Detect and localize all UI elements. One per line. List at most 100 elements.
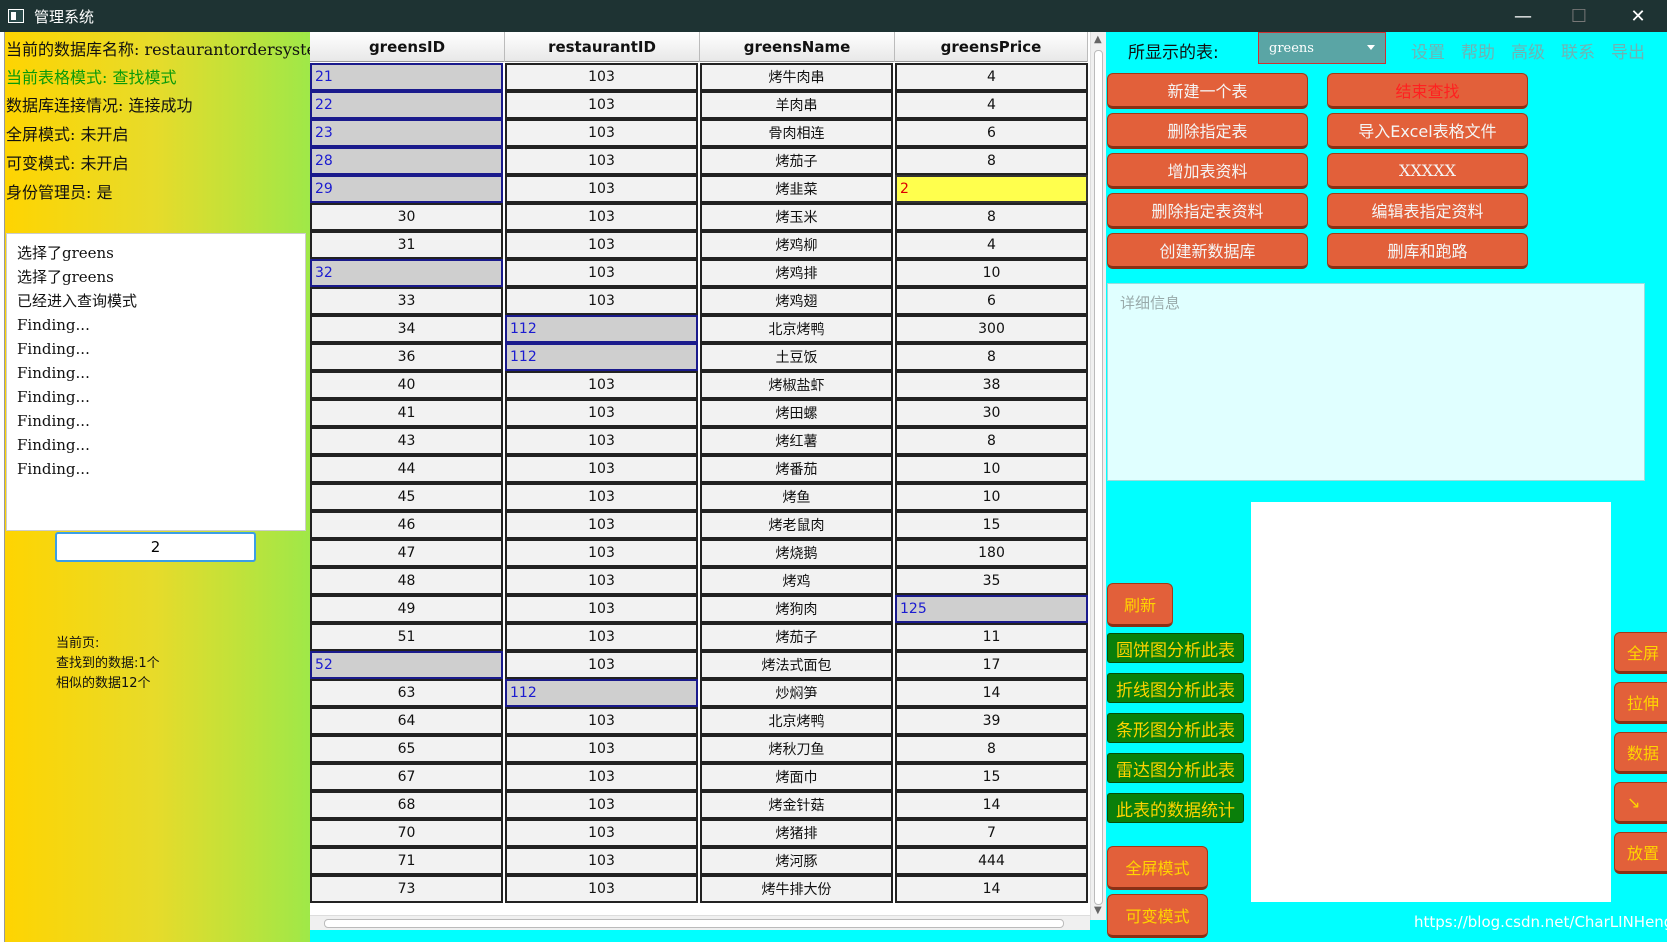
table-cell-greensPrice[interactable]: 6 — [895, 287, 1088, 315]
table-cell-greensPrice[interactable]: 7 — [895, 819, 1088, 847]
horizontal-scroll-thumb[interactable] — [324, 919, 1064, 928]
table-cell-restaurantID[interactable]: 103 — [505, 735, 698, 763]
table-cell-restaurantID[interactable]: 112 — [505, 679, 698, 707]
table-cell-greensPrice[interactable]: 8 — [895, 147, 1088, 175]
table-cell-greensName[interactable]: 烤椒盐虾 — [700, 371, 893, 399]
table-cell-greensName[interactable]: 烤茄子 — [700, 623, 893, 651]
table-cell-greensName[interactable]: 烤河豚 — [700, 847, 893, 875]
table-row[interactable]: 41 103 烤田螺 30 — [310, 399, 1090, 427]
detail-textarea[interactable]: 详细信息 — [1107, 283, 1645, 481]
table-cell-restaurantID[interactable]: 103 — [505, 819, 698, 847]
table-row[interactable]: 67 103 烤面巾 15 — [310, 763, 1090, 791]
table-cell-greensName[interactable]: 骨肉相连 — [700, 119, 893, 147]
table-cell-restaurantID[interactable]: 112 — [505, 343, 698, 371]
table-cell-greensName[interactable]: 烤红薯 — [700, 427, 893, 455]
table-cell-greensName[interactable]: 烤烧鹅 — [700, 539, 893, 567]
table-cell-greensPrice[interactable]: 38 — [895, 371, 1088, 399]
menu-help[interactable]: 帮助 — [1461, 38, 1495, 63]
table-cell-greensID[interactable]: 41 — [310, 399, 503, 427]
table-cell-greensName[interactable]: 烤金针菇 — [700, 791, 893, 819]
maximize-button[interactable]: ☐ — [1551, 0, 1607, 32]
fullscreen-mode-button[interactable]: 全屏模式 — [1107, 846, 1208, 890]
table-cell-greensPrice[interactable]: 11 — [895, 623, 1088, 651]
table-cell-greensName[interactable]: 烤鸡排 — [700, 259, 893, 287]
minimize-button[interactable]: — — [1495, 0, 1551, 32]
table-cell-greensPrice[interactable]: 6 — [895, 119, 1088, 147]
table-cell-restaurantID[interactable]: 103 — [505, 483, 698, 511]
menu-contact[interactable]: 联系 — [1561, 38, 1595, 63]
end-search-button[interactable]: 结束查找 — [1327, 73, 1528, 109]
table-cell-greensID[interactable]: 33 — [310, 287, 503, 315]
log-box[interactable]: 选择了greens 选择了greens 已经进入查询模式 Finding... Find… — [6, 233, 306, 531]
table-cell-greensName[interactable]: 烤田螺 — [700, 399, 893, 427]
import-excel-button[interactable]: 导入Excel表格文件 — [1327, 113, 1528, 149]
column-header-greensName[interactable]: greensName — [700, 32, 895, 62]
table-cell-greensID[interactable]: 71 — [310, 847, 503, 875]
table-row[interactable]: 45 103 烤鱼 10 — [310, 483, 1090, 511]
table-cell-greensID[interactable]: 67 — [310, 763, 503, 791]
delete-record-button[interactable]: 删除指定表资料 — [1107, 193, 1308, 229]
table-cell-greensName[interactable]: 烤牛排大份 — [700, 875, 893, 903]
table-cell-restaurantID[interactable]: 112 — [505, 315, 698, 343]
menu-advanced[interactable]: 高级 — [1511, 38, 1545, 63]
table-cell-greensPrice[interactable]: 300 — [895, 315, 1088, 343]
column-header-restaurantID[interactable]: restaurantID — [505, 32, 700, 62]
table-cell-greensPrice[interactable]: 10 — [895, 455, 1088, 483]
table-cell-restaurantID[interactable]: 103 — [505, 623, 698, 651]
drop-database-button[interactable]: 删库和跑路 — [1327, 233, 1528, 269]
column-header-greensID[interactable]: greensID — [310, 32, 505, 62]
table-cell-greensID[interactable]: 51 — [310, 623, 503, 651]
table-cell-restaurantID[interactable]: 103 — [505, 567, 698, 595]
table-cell-greensID[interactable]: 32 — [310, 259, 503, 287]
table-cell-greensPrice[interactable]: 444 — [895, 847, 1088, 875]
table-cell-restaurantID[interactable]: 103 — [505, 455, 698, 483]
table-row[interactable]: 22 103 羊肉串 4 — [310, 91, 1090, 119]
table-cell-greensID[interactable]: 73 — [310, 875, 503, 903]
table-row[interactable]: 28 103 烤茄子 8 — [310, 147, 1090, 175]
resizable-mode-button[interactable]: 可变模式 — [1107, 894, 1208, 938]
table-row[interactable]: 43 103 烤红薯 8 — [310, 427, 1090, 455]
side-arrow-button[interactable]: ↘ — [1614, 782, 1667, 824]
table-cell-greensID[interactable]: 68 — [310, 791, 503, 819]
radar-chart-button[interactable]: 雷达图分析此表 — [1107, 753, 1244, 783]
table-cell-restaurantID[interactable]: 103 — [505, 147, 698, 175]
table-cell-greensPrice[interactable]: 17 — [895, 651, 1088, 679]
table-cell-greensID[interactable]: 36 — [310, 343, 503, 371]
table-cell-restaurantID[interactable]: 103 — [505, 791, 698, 819]
table-cell-restaurantID[interactable]: 103 — [505, 259, 698, 287]
table-row[interactable]: 23 103 骨肉相连 6 — [310, 119, 1090, 147]
side-place-button[interactable]: 放置 — [1614, 832, 1667, 874]
table-cell-greensName[interactable]: 烤法式面包 — [700, 651, 893, 679]
table-cell-greensID[interactable]: 30 — [310, 203, 503, 231]
table-cell-greensID[interactable]: 65 — [310, 735, 503, 763]
table-row[interactable]: 21 103 烤牛肉串 4 — [310, 63, 1090, 91]
table-cell-greensName[interactable]: 烤鱼 — [700, 483, 893, 511]
table-cell-greensName[interactable]: 烤鸡翅 — [700, 287, 893, 315]
table-cell-greensPrice[interactable]: 10 — [895, 483, 1088, 511]
data-table[interactable]: greensID restaurantID greensName greensPric… — [310, 32, 1090, 928]
table-row[interactable]: 33 103 烤鸡翅 6 — [310, 287, 1090, 315]
table-cell-greensPrice[interactable]: 4 — [895, 91, 1088, 119]
table-cell-restaurantID[interactable]: 103 — [505, 371, 698, 399]
table-row[interactable]: 29 103 烤韭菜 2 — [310, 175, 1090, 203]
table-cell-greensID[interactable]: 63 — [310, 679, 503, 707]
table-cell-restaurantID[interactable]: 103 — [505, 91, 698, 119]
horizontal-scrollbar[interactable] — [310, 915, 1090, 930]
table-cell-greensName[interactable]: 土豆饭 — [700, 343, 893, 371]
table-cell-greensName[interactable]: 烤鸡柳 — [700, 231, 893, 259]
table-cell-greensID[interactable]: 44 — [310, 455, 503, 483]
table-cell-greensName[interactable]: 北京烤鸭 — [700, 707, 893, 735]
delete-table-button[interactable]: 删除指定表 — [1107, 113, 1308, 149]
table-cell-restaurantID[interactable]: 103 — [505, 175, 698, 203]
add-record-button[interactable]: 增加表资料 — [1107, 153, 1308, 189]
menu-export[interactable]: 导出 — [1611, 38, 1645, 63]
table-cell-greensPrice[interactable]: 39 — [895, 707, 1088, 735]
table-row[interactable]: 73 103 烤牛排大份 14 — [310, 875, 1090, 903]
table-row[interactable]: 51 103 烤茄子 11 — [310, 623, 1090, 651]
table-cell-greensPrice[interactable]: 35 — [895, 567, 1088, 595]
table-row[interactable]: 36 112 土豆饭 8 — [310, 343, 1090, 371]
table-cell-greensID[interactable]: 45 — [310, 483, 503, 511]
table-row[interactable]: 44 103 烤番茄 10 — [310, 455, 1090, 483]
table-cell-greensName[interactable]: 烤猪排 — [700, 819, 893, 847]
side-data-button[interactable]: 数据 — [1614, 732, 1667, 774]
